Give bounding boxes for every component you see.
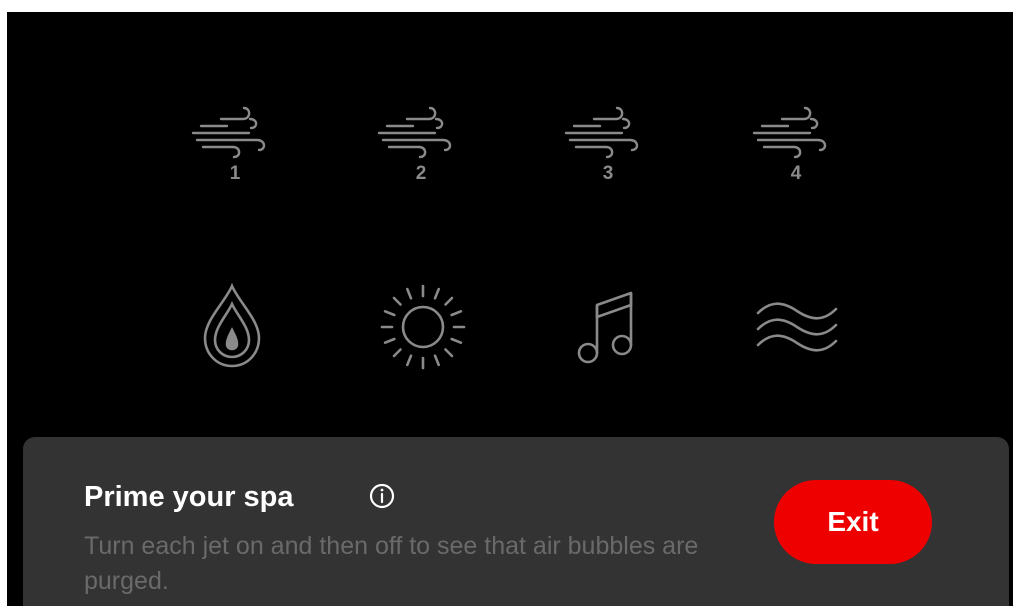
prime-spa-panel: Prime your spa Turn each jet on and then… bbox=[23, 437, 1009, 606]
jet-3-button[interactable]: 3 bbox=[560, 105, 650, 185]
water-drop-icon bbox=[203, 282, 261, 368]
info-icon[interactable] bbox=[369, 483, 395, 509]
air-jet-icon bbox=[377, 106, 452, 159]
sun-light-icon bbox=[380, 284, 466, 370]
jet-1-number: 1 bbox=[229, 163, 241, 184]
water-button[interactable] bbox=[197, 280, 267, 370]
light-button[interactable] bbox=[378, 282, 468, 372]
air-jet-icon bbox=[752, 106, 827, 159]
music-button[interactable] bbox=[573, 289, 643, 369]
air-jet-icon bbox=[191, 106, 266, 159]
jet-1-button[interactable]: 1 bbox=[187, 105, 277, 185]
jet-4-number: 4 bbox=[790, 163, 802, 184]
music-note-icon bbox=[577, 291, 633, 364]
spa-control-screen: 1 2 3 4 Prime your spa Turn each jet on … bbox=[7, 12, 1013, 606]
waves-icon bbox=[756, 302, 838, 352]
panel-title: Prime your spa bbox=[84, 481, 294, 513]
jet-2-number: 2 bbox=[415, 163, 427, 184]
air-jet-icon bbox=[564, 106, 639, 159]
waves-button[interactable] bbox=[752, 299, 842, 359]
jet-2-button[interactable]: 2 bbox=[373, 105, 463, 185]
jet-3-number: 3 bbox=[602, 163, 614, 184]
exit-button[interactable]: Exit bbox=[774, 480, 932, 564]
jet-4-button[interactable]: 4 bbox=[748, 105, 838, 185]
panel-description: Turn each jet on and then off to see tha… bbox=[84, 532, 699, 595]
